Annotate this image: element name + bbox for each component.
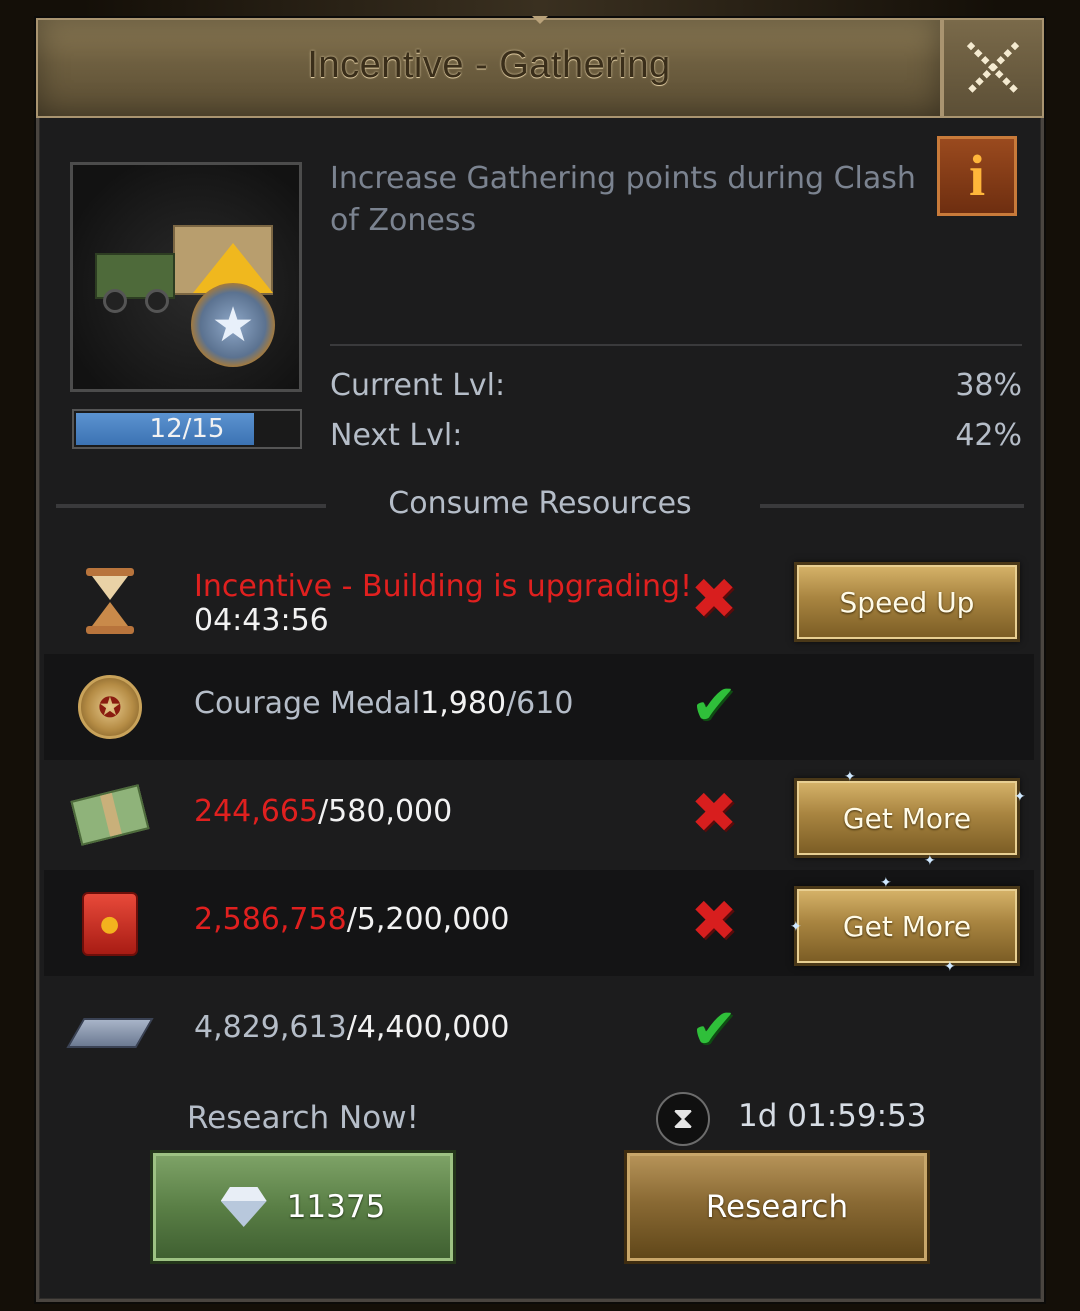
next-level-row: Next Lvl: 42% xyxy=(330,418,1022,458)
requirement-text: Incentive - Building is upgrading! 04:43… xyxy=(194,570,692,638)
star-badge-icon: ★ xyxy=(191,283,275,367)
research-time: 1d 01:59:53 xyxy=(738,1098,927,1134)
info-icon: i xyxy=(968,143,986,208)
requirement-text: 244,665/580,000 xyxy=(194,794,452,829)
next-level-value: 42% xyxy=(955,418,1022,453)
courage-medal-icon: ✪ xyxy=(72,672,148,742)
requirement-text: 4,829,613/4,400,000 xyxy=(194,1010,509,1045)
diamond-icon xyxy=(221,1187,267,1227)
requirement-text: Courage Medal1,980/610 xyxy=(194,686,573,721)
skill-icon: ★ xyxy=(70,162,302,392)
cash-icon xyxy=(70,780,150,850)
window-title: Incentive - Gathering xyxy=(307,44,671,86)
not-met-cross-icon: ✖ xyxy=(690,889,738,954)
fuel-icon xyxy=(72,888,148,958)
requirement-row-courage-medal: ✪ Courage Medal1,980/610 ✔ xyxy=(44,654,1034,760)
research-now-label: Research Now! xyxy=(187,1100,419,1136)
resource-have: 4,829,613 xyxy=(194,1010,347,1045)
resource-have: 244,665 xyxy=(194,794,319,829)
resource-name: Courage Medal xyxy=(194,686,421,721)
hourglass-icon xyxy=(72,566,148,636)
divider xyxy=(330,344,1022,346)
speed-up-button[interactable]: Speed Up xyxy=(794,562,1020,642)
requirement-row-steel: 4,829,613/4,400,000 ✔ xyxy=(44,978,1034,1084)
current-level-value: 38% xyxy=(955,368,1022,403)
not-met-cross-icon: ✖ xyxy=(690,567,738,632)
building-upgrading-text: Incentive - Building is upgrading! xyxy=(194,569,693,604)
get-more-fuel-button[interactable]: Get More xyxy=(794,886,1020,966)
sparkle-icon: ✦ xyxy=(944,959,956,975)
sparkle-icon: ✦ xyxy=(880,875,892,891)
upgrade-timer: 04:43:56 xyxy=(194,603,329,638)
requirement-row-building: Incentive - Building is upgrading! 04:43… xyxy=(44,548,1034,654)
requirement-text: 2,586,758/5,200,000 xyxy=(194,902,509,937)
research-button[interactable]: Research xyxy=(624,1150,930,1264)
gem-cost: 11375 xyxy=(286,1189,386,1225)
sparkle-icon: ✦ xyxy=(1014,789,1026,805)
get-more-cash-button[interactable]: Get More xyxy=(794,778,1020,858)
truck-wheel xyxy=(145,289,169,313)
sparkle-icon: ✦ xyxy=(924,853,936,869)
met-check-icon: ✔ xyxy=(690,673,738,738)
requirement-row-fuel: 2,586,758/5,200,000 ✖ Get More ✦ ✦ ✦ xyxy=(44,870,1034,976)
consume-resources-heading: Consume Resources xyxy=(388,486,692,521)
resource-have: 2,586,758 xyxy=(194,902,347,937)
steel-icon xyxy=(66,996,154,1066)
hourglass-timer-icon: ⧗ xyxy=(656,1092,710,1146)
sparkle-icon: ✦ xyxy=(790,919,802,935)
close-button[interactable] xyxy=(942,18,1044,118)
current-level-label: Current Lvl: xyxy=(330,368,506,403)
close-icon xyxy=(963,38,1023,98)
not-met-cross-icon: ✖ xyxy=(690,781,738,846)
research-now-gem-button[interactable]: 11375 xyxy=(150,1150,456,1264)
met-check-icon: ✔ xyxy=(690,997,738,1062)
title-notch xyxy=(532,16,548,24)
requirement-row-cash: 244,665/580,000 ✖ Get More ✦ ✦ ✦ xyxy=(44,762,1034,868)
current-level-row: Current Lvl: 38% xyxy=(330,368,1022,408)
resource-need: /5,200,000 xyxy=(346,902,510,937)
resource-have: 1,980 xyxy=(420,686,507,721)
sparkle-icon: ✦ xyxy=(844,769,856,785)
resource-need: /4,400,000 xyxy=(346,1010,510,1045)
truck-wheel xyxy=(103,289,127,313)
next-level-label: Next Lvl: xyxy=(330,418,463,453)
resource-need: /610 xyxy=(506,686,574,721)
level-text: 12/15 xyxy=(149,414,225,444)
resource-need: /580,000 xyxy=(318,794,453,829)
skill-description: Increase Gathering points during Clash o… xyxy=(330,161,916,238)
info-button[interactable]: i xyxy=(937,136,1017,216)
